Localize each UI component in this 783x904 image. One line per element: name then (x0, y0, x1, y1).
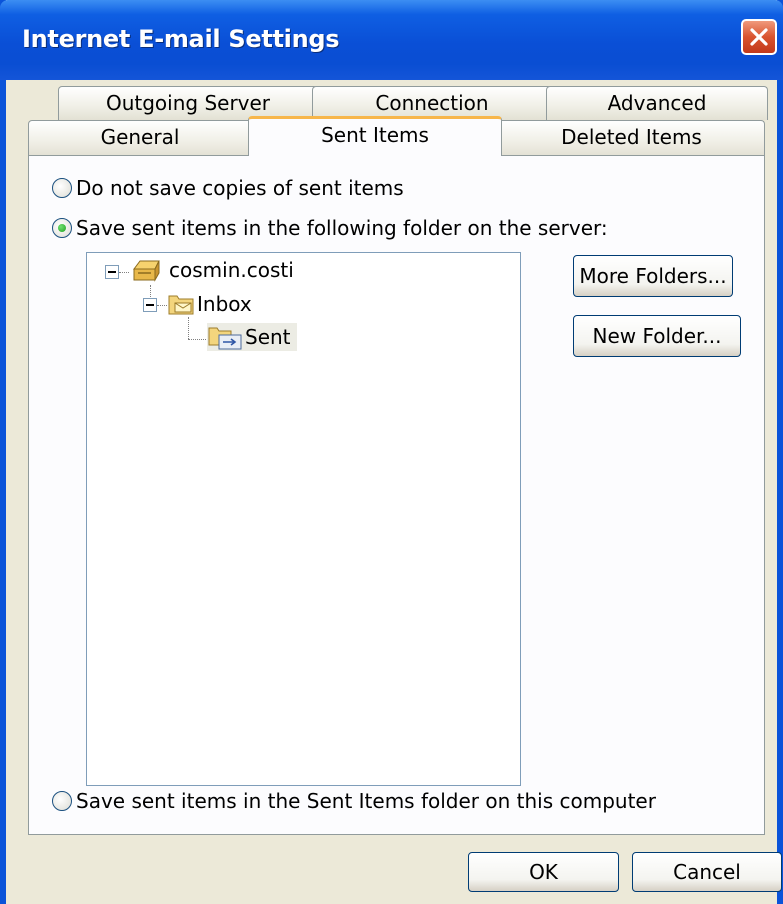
tab-deleted-items[interactable]: Deleted Items (498, 120, 765, 156)
tree-connector (188, 317, 189, 339)
tree-node-sent[interactable]: Sent (207, 323, 297, 351)
tab-sent-items[interactable]: Sent Items (248, 116, 502, 156)
title-bar[interactable]: Internet E-mail Settings (0, 0, 783, 80)
radio-no-save[interactable] (52, 178, 72, 198)
radio-server-folder[interactable] (52, 218, 72, 238)
tab-general[interactable]: General (28, 120, 252, 156)
tree-connector (157, 305, 167, 306)
tab-connection[interactable]: Connection (312, 86, 552, 120)
cancel-button[interactable]: Cancel (632, 852, 782, 892)
option-no-save[interactable]: Do not save copies of sent items (52, 176, 404, 200)
tab-advanced[interactable]: Advanced (546, 86, 768, 120)
tree-connector (188, 339, 206, 340)
radio-local-folder[interactable] (52, 791, 72, 811)
collapse-icon[interactable] (105, 265, 119, 279)
new-folder-button[interactable]: New Folder... (573, 315, 741, 357)
option-server-folder[interactable]: Save sent items in the following folder … (52, 216, 608, 240)
ok-button[interactable]: OK (468, 852, 619, 892)
option-local-folder[interactable]: Save sent items in the Sent Items folder… (52, 789, 656, 813)
option-server-folder-label: Save sent items in the following folder … (76, 216, 608, 240)
tree-node-inbox[interactable]: Inbox (167, 291, 252, 317)
option-no-save-label: Do not save copies of sent items (76, 176, 404, 200)
close-button[interactable] (741, 19, 777, 55)
inbox-folder-icon (168, 295, 194, 315)
tree-node-account[interactable]: cosmin.costi (131, 257, 294, 283)
internet-email-settings-dialog: Internet E-mail Settings Outgoing Server… (0, 0, 783, 904)
tree-connector (119, 272, 129, 273)
sent-folder-icon (208, 327, 242, 350)
more-folders-button[interactable]: More Folders... (573, 255, 733, 297)
tree-node-sent-label: Sent (245, 325, 291, 349)
mailbox-icon (133, 260, 160, 282)
option-local-folder-label: Save sent items in the Sent Items folder… (76, 789, 656, 813)
collapse-icon[interactable] (143, 298, 157, 312)
close-icon (750, 28, 768, 46)
folder-tree[interactable]: cosmin.costi Inbox Sent (86, 252, 521, 786)
window-title: Internet E-mail Settings (22, 25, 340, 53)
tab-outgoing-server[interactable]: Outgoing Server (58, 86, 318, 120)
tree-node-account-label: cosmin.costi (169, 258, 294, 282)
tree-node-inbox-label: Inbox (197, 292, 252, 316)
